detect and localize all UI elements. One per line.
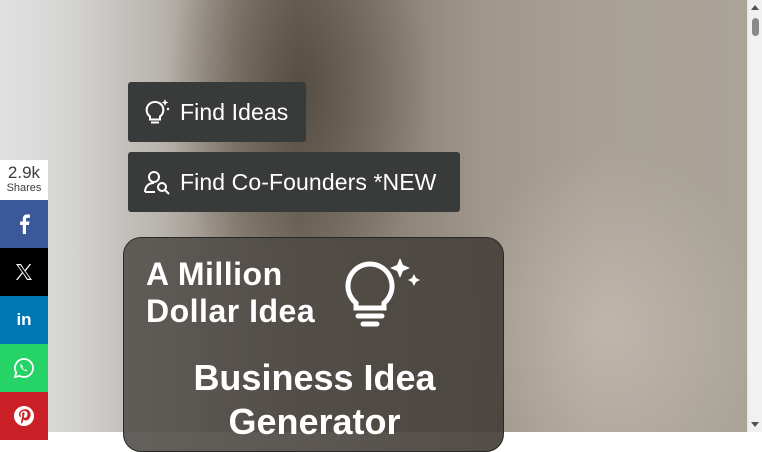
facebook-icon xyxy=(20,214,30,234)
logo-text: A Million Dollar Idea xyxy=(146,256,315,330)
vertical-scrollbar[interactable] xyxy=(747,0,762,432)
lightbulb-sparkle-icon xyxy=(345,258,420,327)
linkedin-icon: in xyxy=(16,310,32,329)
scroll-thumb[interactable] xyxy=(752,18,759,36)
scroll-up-arrow-icon[interactable] xyxy=(751,5,759,10)
find-cofounders-button[interactable]: Find Co-Founders *NEW xyxy=(128,152,460,212)
logo-line-1: A Million xyxy=(146,256,283,292)
find-ideas-label: Find Ideas xyxy=(180,98,289,125)
scroll-down-arrow-icon[interactable] xyxy=(751,422,759,427)
x-icon xyxy=(16,264,32,280)
whatsapp-icon xyxy=(13,358,34,379)
lightbulb-sparkle-icon xyxy=(145,99,170,124)
share-count-label: Shares xyxy=(6,182,42,194)
linkedin-share-button[interactable]: in xyxy=(0,296,48,344)
idea-generator-card: A Million Dollar Idea Business Idea Gene… xyxy=(123,237,504,452)
facebook-share-button[interactable] xyxy=(0,200,48,248)
share-count-number: 2.9k xyxy=(7,163,41,182)
x-share-button[interactable] xyxy=(0,248,48,296)
logo-line-2: Dollar Idea xyxy=(146,293,316,329)
find-cofounders-label: Find Co-Founders *NEW xyxy=(180,168,437,195)
pinterest-icon xyxy=(14,406,34,426)
whatsapp-share-button[interactable] xyxy=(0,344,48,392)
share-count: 2.9k Shares xyxy=(0,160,48,200)
social-share-bar: 2.9k Shares in xyxy=(0,160,48,440)
card-title: Business Idea Generator xyxy=(193,357,436,442)
find-ideas-button[interactable]: Find Ideas xyxy=(128,82,306,142)
user-search-icon xyxy=(144,171,170,195)
pinterest-share-button[interactable] xyxy=(0,392,48,440)
